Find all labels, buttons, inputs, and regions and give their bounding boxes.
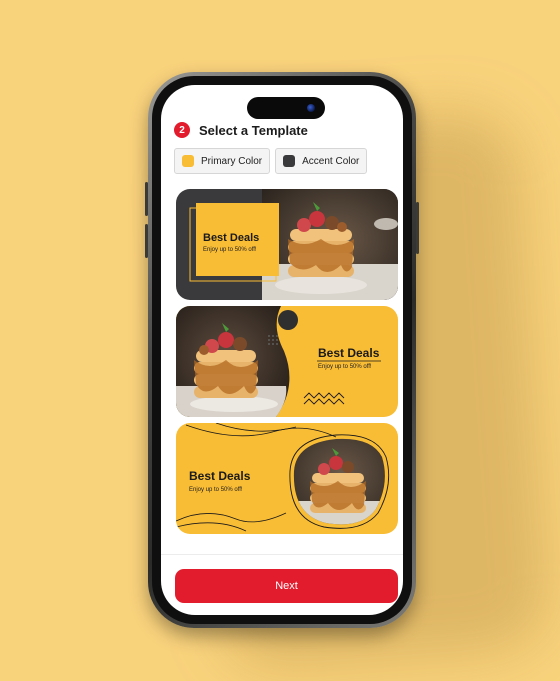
next-button[interactable]: Next: [175, 569, 398, 603]
template-2-title: Best Deals: [318, 346, 380, 360]
primary-color-chip[interactable]: Primary Color: [174, 148, 271, 174]
accent-color-label: Accent Color: [302, 155, 360, 167]
camera-icon: [307, 104, 315, 112]
dynamic-island: [247, 97, 325, 119]
volume-down-button: [145, 224, 148, 258]
color-chips: Primary Color Accent Color: [174, 148, 368, 174]
accent-color-swatch: [283, 155, 296, 167]
page-title: Select a Template: [199, 122, 308, 138]
template-card-2[interactable]: Best Deals Enjoy up to 50% off!: [176, 306, 398, 417]
step-header: 2 Select a Template: [174, 122, 308, 138]
template-3-text: Best Deals Enjoy up to 50% off!: [189, 469, 250, 493]
primary-color-swatch: [182, 155, 194, 167]
phone-mockup: 2 Select a Template Primary Color Accent…: [145, 72, 419, 628]
template-card-3[interactable]: Best Deals Enjoy up to 50% off!: [176, 423, 398, 534]
template-1-subtitle: Enjoy up to 50% off!: [203, 247, 257, 253]
template-1-text: Best Deals Enjoy up to 50% off!: [203, 232, 259, 253]
template-3-subtitle: Enjoy up to 50% off!: [189, 487, 243, 493]
accent-color-chip[interactable]: Accent Color: [275, 148, 368, 174]
phone-bezel: 2 Select a Template Primary Color Accent…: [152, 76, 412, 624]
template-2-subtitle: Enjoy up to 50% off!: [318, 364, 372, 370]
step-number-badge: 2: [174, 122, 190, 138]
template-1-title: Best Deals: [203, 232, 260, 244]
template-3-title: Best Deals: [189, 469, 251, 483]
bottom-divider: [161, 554, 403, 555]
volume-up-button: [145, 182, 148, 216]
primary-color-label: Primary Color: [201, 155, 263, 167]
app-screen: 2 Select a Template Primary Color Accent…: [161, 85, 403, 615]
dot-pattern: [268, 335, 278, 345]
template-card-1[interactable]: Best Deals Enjoy up to 50% off!: [176, 189, 398, 300]
template-2-text: Best Deals Enjoy up to 50% off!: [318, 346, 379, 370]
power-button: [416, 202, 419, 254]
